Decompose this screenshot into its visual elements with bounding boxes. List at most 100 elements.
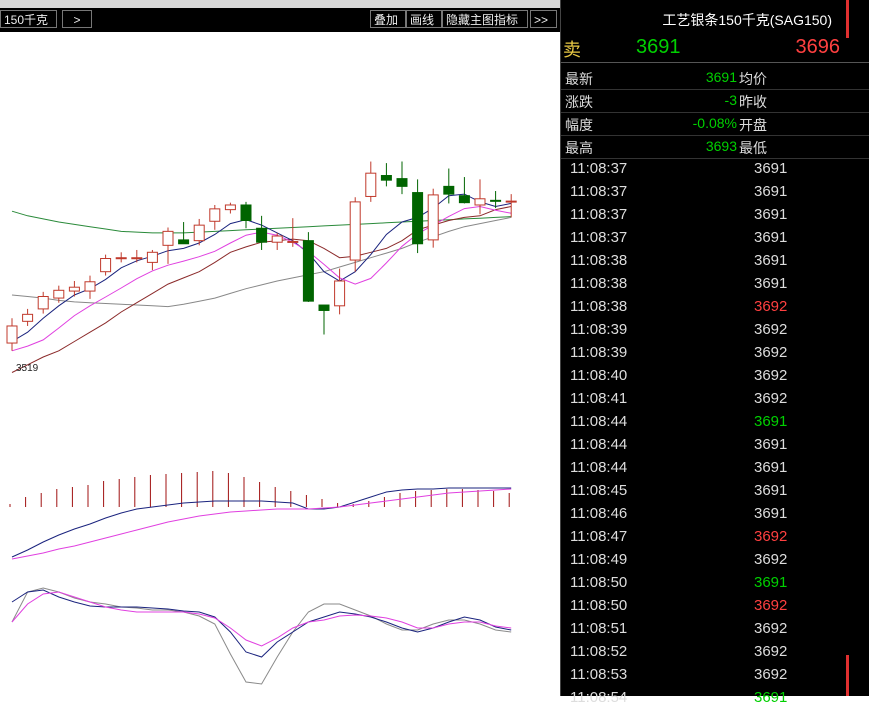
quote-value: -3	[724, 92, 737, 108]
hide-indicator-button[interactable]: 隐藏主图指标	[442, 10, 528, 28]
quote-label: 涨跌	[565, 94, 593, 110]
quote-label-2: 昨收	[739, 94, 767, 110]
tick-time: 11:08:51	[570, 620, 628, 637]
quote-label: 最新	[565, 71, 593, 87]
candle-body	[68, 286, 80, 292]
tick-price: 3691	[754, 160, 788, 177]
tick-price: 3692	[754, 666, 788, 683]
more-button[interactable]: >>	[530, 10, 557, 28]
tick-row: 11:08:54 3691	[561, 687, 869, 710]
contract-tab[interactable]: 150千克	[0, 10, 57, 28]
tick-time: 11:08:46	[570, 505, 628, 522]
candle-body	[412, 192, 424, 245]
tick-price: 3692	[754, 643, 788, 660]
tick-price: 3692	[754, 344, 788, 361]
candle-body	[224, 204, 236, 211]
tick-price: 3692	[754, 551, 788, 568]
tick-row: 11:08:39 3692	[561, 342, 869, 365]
tick-row: 11:08:39 3692	[561, 319, 869, 342]
draw-line-button[interactable]: 画线	[406, 10, 442, 28]
tick-row: 11:08:37 3691	[561, 158, 869, 181]
tick-price: 3692	[754, 367, 788, 384]
candle-body	[474, 198, 486, 206]
tick-time: 11:08:40	[570, 367, 628, 384]
candle-body	[22, 313, 34, 322]
tick-row: 11:08:38 3692	[561, 296, 869, 319]
kline-chart[interactable]: 3519	[0, 32, 560, 696]
quote-value: 3691	[705, 69, 737, 85]
tick-row: 11:08:45 3691	[561, 480, 869, 503]
candle-body	[380, 175, 392, 181]
quote-label-2: 开盘	[739, 117, 767, 133]
tick-row: 11:08:37 3691	[561, 227, 869, 250]
tick-row: 11:08:44 3691	[561, 411, 869, 434]
macd-dif-line	[11, 487, 512, 558]
sell-row[interactable]: 卖 3691 3696	[561, 34, 869, 63]
tick-price: 3692	[754, 321, 788, 338]
tick-price: 3691	[754, 505, 788, 522]
tick-price: 3691	[754, 252, 788, 269]
tick-row: 11:08:44 3691	[561, 457, 869, 480]
tick-price: 3691	[754, 574, 788, 591]
tick-time: 11:08:47	[570, 528, 628, 545]
candle-body	[178, 239, 190, 245]
sell-price: 3691	[636, 36, 681, 58]
tick-row: 11:08:38 3691	[561, 250, 869, 273]
candle-body	[365, 172, 377, 197]
kdj-d-line	[11, 591, 512, 647]
tick-price: 3691	[754, 275, 788, 292]
tick-time: 11:08:39	[570, 321, 628, 338]
tick-time: 11:08:45	[570, 482, 628, 499]
quote-label: 最高	[565, 140, 593, 156]
tick-time: 11:08:38	[570, 298, 628, 315]
candle-body	[458, 195, 470, 204]
tick-time: 11:08:37	[570, 160, 628, 177]
candle-body	[131, 257, 143, 260]
quote-row-latest: 最新 3691 均价	[561, 66, 869, 90]
tick-row: 11:08:40 3692	[561, 365, 869, 388]
tick-time: 11:08:38	[570, 252, 628, 269]
quote-row-change: 涨跌 -3 昨收	[561, 89, 869, 113]
chart-toolbar: 150千克 > 叠加 画线 隐藏主图指标 >>	[0, 8, 560, 32]
quote-value: -0.08%	[692, 115, 737, 131]
candle-body	[37, 296, 49, 310]
tick-row: 11:08:49 3692	[561, 549, 869, 572]
tick-price: 3692	[754, 390, 788, 407]
candle-body	[6, 325, 18, 344]
tick-time: 11:08:41	[570, 390, 628, 407]
tick-price: 3691	[754, 413, 788, 430]
tick-time: 11:08:39	[570, 344, 628, 361]
tick-price: 3692	[754, 620, 788, 637]
candle-body	[100, 258, 112, 273]
candle-body	[349, 201, 361, 261]
tick-price: 3691	[754, 436, 788, 453]
overlay-button[interactable]: 叠加	[370, 10, 406, 28]
tick-time: 11:08:50	[570, 597, 628, 614]
tick-price: 3692	[754, 597, 788, 614]
low-price-label: 3519	[16, 363, 39, 374]
tick-price: 3691	[754, 206, 788, 223]
candle-body	[396, 178, 408, 187]
tick-price: 3691	[754, 459, 788, 476]
candle-body	[84, 281, 96, 292]
tick-time: 11:08:38	[570, 275, 628, 292]
candle-body	[505, 200, 517, 203]
tick-row: 11:08:53 3692	[561, 664, 869, 687]
quote-title-bar: 工艺银条150千克(SAG150)	[561, 8, 869, 32]
tick-time: 11:08:49	[570, 551, 628, 568]
quote-label-2: 最低	[739, 140, 767, 156]
candle-body	[53, 289, 65, 299]
tick-row: 11:08:46 3691	[561, 503, 869, 526]
next-arrow-button[interactable]: >	[62, 10, 92, 28]
tick-row: 11:08:50 3691	[561, 572, 869, 595]
candle-body	[334, 280, 346, 307]
quote-panel: 工艺银条150千克(SAG150) 卖 3691 3696 最新 3691 均价…	[560, 0, 869, 706]
candle-body	[162, 230, 174, 246]
tick-time: 11:08:53	[570, 666, 628, 683]
candle-body	[490, 199, 502, 202]
quote-label-2: 均价	[739, 71, 767, 87]
tick-row: 11:08:37 3691	[561, 204, 869, 227]
tick-row: 11:08:44 3691	[561, 434, 869, 457]
kline-chart-svg: 3519	[6, 161, 517, 685]
quote-value: 3693	[705, 138, 737, 154]
